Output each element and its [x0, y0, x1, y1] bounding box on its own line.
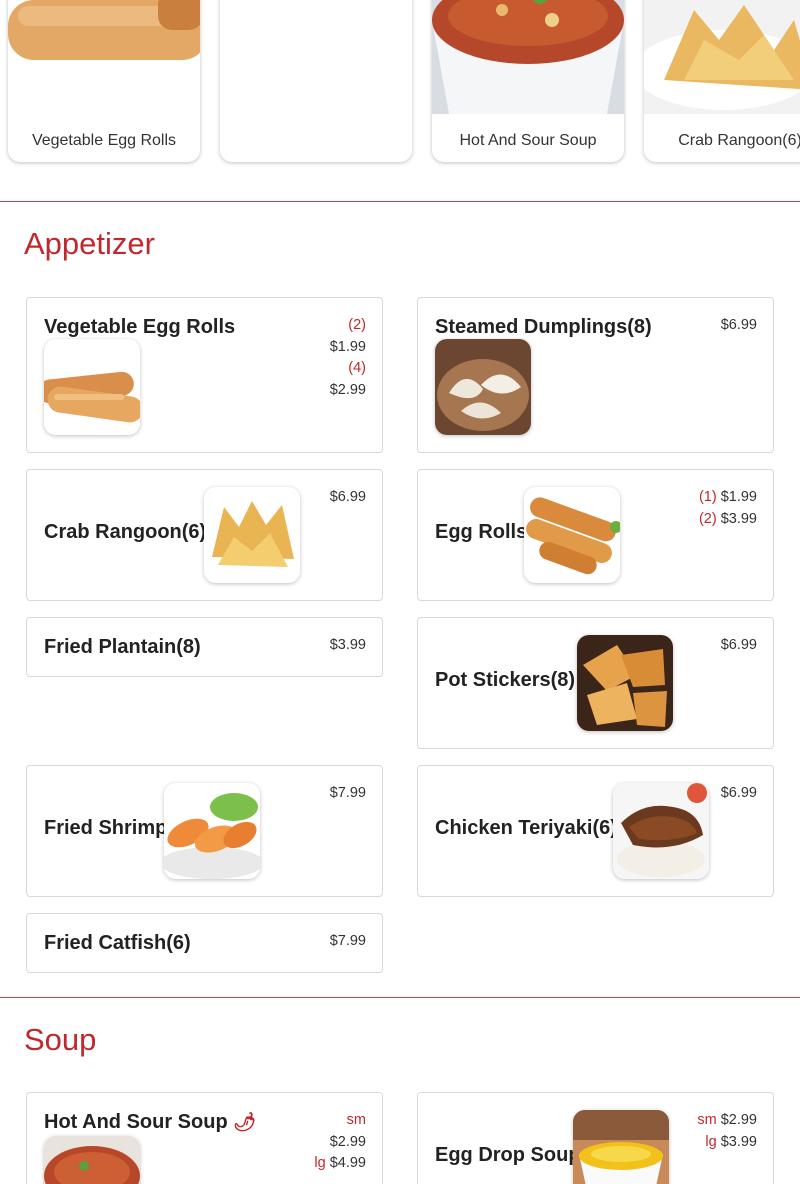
item-name: Crab Rangoon(6)	[44, 521, 207, 543]
menu-item-vegetable-egg-rolls[interactable]: Vegetable Egg Rolls (2) $1.99 (4) $2.99	[26, 297, 383, 453]
menu-item-crab-rangoon[interactable]: Crab Rangoon(6) $6.99	[26, 469, 383, 601]
price-value: $1.99	[329, 338, 366, 355]
carousel-card-blank[interactable]	[220, 0, 412, 162]
fried-shrimp-image	[164, 783, 260, 879]
item-name: Vegetable Egg Rolls	[44, 316, 236, 338]
price-list: $7.99	[330, 931, 366, 953]
portion-label: sm	[346, 1112, 366, 1128]
carousel-card-crab-rangoon[interactable]: Crab Rangoon(6)	[644, 0, 800, 162]
section-title-appetizer: Appetizer	[24, 226, 155, 261]
item-name: Hot And Sour Soup 🌶	[44, 1111, 256, 1134]
egg-rolls-image	[8, 0, 200, 114]
portion-label: (4)	[348, 360, 366, 376]
price-list: $3.99	[330, 635, 366, 657]
section-divider	[0, 201, 800, 202]
price-list: (2) $1.99 (4) $2.99	[330, 315, 366, 401]
price-list: sm $2.99 lg $4.99	[314, 1110, 366, 1175]
portion-label: lg	[705, 1133, 717, 1150]
item-name-text: Hot And Sour Soup	[44, 1111, 228, 1133]
soup-image	[432, 0, 624, 114]
egg-drop-soup-image	[573, 1110, 669, 1184]
price-value: $2.99	[329, 1133, 366, 1150]
price-list: $6.99	[721, 783, 757, 805]
menu-item-egg-rolls[interactable]: Egg Rolls (1) $1.99 (2) $3.99	[417, 469, 774, 601]
price-value: $1.99	[720, 489, 757, 505]
price-list: sm $2.99 lg $3.99	[697, 1110, 757, 1153]
price-value: $4.99	[329, 1155, 366, 1171]
price-list: $6.99	[330, 487, 366, 509]
item-name: Egg Drop Soup	[435, 1144, 581, 1166]
item-name: Egg Rolls	[435, 521, 528, 543]
menu-item-fried-catfish[interactable]: Fried Catfish(6) $7.99	[26, 913, 383, 973]
menu-item-hot-and-sour-soup[interactable]: Hot And Sour Soup 🌶 sm $2.99 lg $4.99	[26, 1092, 383, 1184]
featured-carousel: Vegetable Egg Rolls Hot And Sour Soup Cr…	[0, 0, 800, 202]
price-value: $7.99	[329, 933, 366, 949]
item-name: Fried Shrimp	[44, 817, 168, 839]
price-value: $6.99	[720, 637, 757, 653]
carousel-card-vegetable-egg-rolls[interactable]: Vegetable Egg Rolls	[8, 0, 200, 162]
chili-pepper-icon: 🌶	[233, 1112, 257, 1132]
egg-rolls-image	[524, 487, 620, 583]
crab-rangoon-image	[204, 487, 300, 583]
price-value: $3.99	[720, 1133, 757, 1150]
carousel-caption: Hot And Sour Soup	[459, 132, 597, 149]
price-list: $7.99	[330, 783, 366, 805]
price-value: $7.99	[329, 785, 366, 801]
chicken-teriyaki-image	[613, 783, 709, 879]
carousel-caption: Crab Rangoon(6)	[678, 132, 800, 149]
price-value: $2.99	[720, 1112, 757, 1128]
menu-item-fried-shrimp[interactable]: Fried Shrimp $7.99	[26, 765, 383, 897]
price-value: $6.99	[720, 785, 757, 801]
section-title-soup: Soup	[24, 1022, 97, 1057]
blank-image	[220, 0, 412, 114]
pot-stickers-image	[577, 635, 673, 731]
menu-item-pot-stickers[interactable]: Pot Stickers(8) $6.99	[417, 617, 774, 749]
carousel-card-hot-and-sour-soup[interactable]: Hot And Sour Soup	[432, 0, 624, 162]
portion-label: (2)	[348, 317, 366, 333]
price-list: (1) $1.99 (2) $3.99	[699, 487, 757, 530]
steamed-dumplings-image	[435, 339, 531, 435]
section-divider	[0, 997, 800, 998]
price-list: $6.99	[721, 315, 757, 337]
vegetable-egg-rolls-image	[44, 339, 140, 435]
portion-label: lg	[314, 1155, 326, 1171]
price-list: $6.99	[721, 635, 757, 657]
price-value: $6.99	[720, 317, 757, 333]
item-name: Pot Stickers(8)	[435, 669, 576, 691]
item-name: Chicken Teriyaki(6)	[435, 817, 617, 839]
menu-item-chicken-teriyaki[interactable]: Chicken Teriyaki(6) $6.99	[417, 765, 774, 897]
price-value: $3.99	[720, 510, 757, 527]
price-value: $3.99	[329, 637, 366, 653]
menu-item-fried-plantain[interactable]: Fried Plantain(8) $3.99	[26, 617, 383, 677]
price-value: $6.99	[329, 489, 366, 505]
item-name: Fried Catfish(6)	[44, 932, 191, 954]
menu-item-egg-drop-soup[interactable]: Egg Drop Soup sm $2.99 lg $3.99	[417, 1092, 774, 1184]
crab-rangoon-image	[644, 0, 800, 114]
menu-item-steamed-dumplings[interactable]: Steamed Dumplings(8) $6.99	[417, 297, 774, 453]
price-value: $2.99	[329, 381, 366, 398]
portion-label: sm	[697, 1112, 717, 1128]
item-name: Fried Plantain(8)	[44, 636, 201, 658]
portion-label: (1)	[698, 489, 717, 505]
item-name: Steamed Dumplings(8)	[435, 316, 652, 338]
carousel-caption: Vegetable Egg Rolls	[31, 132, 177, 149]
hot-and-sour-soup-image	[44, 1136, 140, 1184]
portion-label: (2)	[698, 510, 717, 527]
